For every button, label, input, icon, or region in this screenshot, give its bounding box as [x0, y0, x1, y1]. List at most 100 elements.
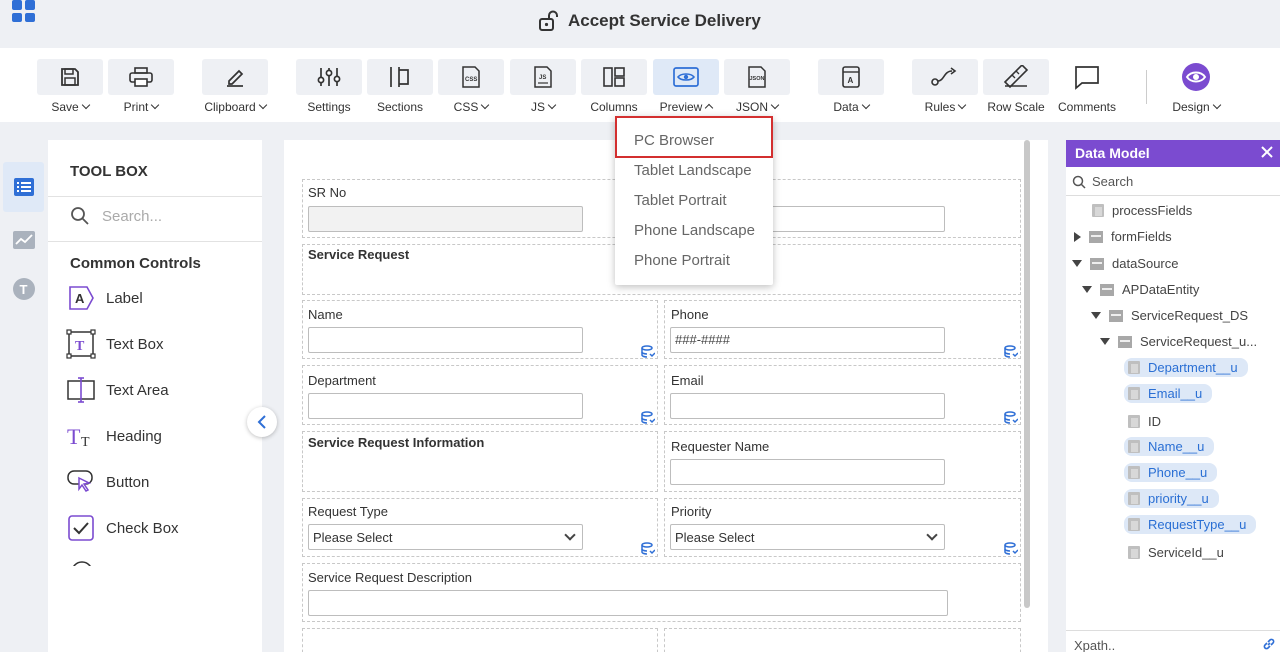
- save-button[interactable]: Save: [37, 59, 103, 114]
- database-binding-icon[interactable]: [1004, 542, 1018, 556]
- search-icon: [71, 207, 89, 225]
- clipboard-button[interactable]: Clipboard: [202, 59, 268, 114]
- tree-node-label: priority__u: [1148, 491, 1209, 506]
- tree-node[interactable]: dataSource: [1072, 256, 1179, 271]
- tree-node[interactable]: ID: [1128, 414, 1161, 429]
- js-button[interactable]: JS JS: [510, 59, 576, 114]
- email-field[interactable]: [670, 393, 945, 419]
- link-icon[interactable]: [1262, 637, 1276, 651]
- tree-node[interactable]: APDataEntity: [1082, 282, 1199, 297]
- form-cell[interactable]: [664, 628, 1021, 652]
- clipboard-label: Clipboard: [204, 100, 256, 114]
- data-model-title: Data Model: [1075, 145, 1150, 161]
- settings-button[interactable]: Settings: [296, 59, 362, 114]
- tree-node[interactable]: formFields: [1074, 229, 1172, 244]
- database-binding-icon[interactable]: [1004, 411, 1018, 425]
- charts-tab[interactable]: [3, 215, 44, 265]
- json-button[interactable]: JSON JSON: [724, 59, 790, 114]
- chevron-up-icon: [705, 103, 714, 113]
- divider: [1066, 195, 1280, 196]
- chevron-left-icon: [257, 415, 266, 429]
- menu-item-pc-browser[interactable]: PC Browser: [634, 132, 714, 149]
- collapse-arrow-icon[interactable]: [1100, 338, 1110, 345]
- divider: [48, 196, 262, 197]
- request-type-select[interactable]: Please Select: [308, 524, 583, 550]
- form-cell[interactable]: [302, 628, 658, 652]
- close-icon[interactable]: [1260, 145, 1274, 159]
- chevron-down-icon: [81, 100, 90, 110]
- tree-node[interactable]: ServiceId__u: [1128, 545, 1224, 560]
- database-binding-icon[interactable]: [641, 542, 655, 556]
- canvas-scrollbar[interactable]: [1024, 140, 1030, 608]
- name-field[interactable]: [308, 327, 583, 353]
- database-binding-icon[interactable]: [641, 411, 655, 425]
- control-text-box[interactable]: T Text Box: [66, 329, 164, 359]
- print-label: Print: [123, 100, 149, 114]
- xpath-field[interactable]: Xpath..: [1074, 638, 1115, 652]
- requester-name-field[interactable]: [670, 459, 945, 485]
- svg-text:JS: JS: [539, 75, 546, 81]
- divider: [1066, 630, 1280, 631]
- phone-field[interactable]: ###-####: [670, 327, 945, 353]
- control-text-area[interactable]: Text Area: [66, 375, 169, 405]
- tree-node[interactable]: processFields: [1092, 203, 1192, 218]
- menu-item-phone-portrait[interactable]: Phone Portrait: [634, 252, 730, 269]
- expand-arrow-icon[interactable]: [1074, 231, 1081, 242]
- tree-node[interactable]: ServiceRequest_DS: [1091, 308, 1248, 323]
- css-button[interactable]: CSS CSS: [438, 59, 504, 114]
- sections-button[interactable]: Sections: [367, 59, 433, 114]
- phone-label: Phone: [671, 307, 709, 322]
- control-heading[interactable]: TT Heading: [66, 421, 162, 451]
- database-binding-icon[interactable]: [641, 345, 655, 359]
- priority-select[interactable]: Please Select: [670, 524, 945, 550]
- collapse-arrow-icon[interactable]: [1082, 286, 1092, 293]
- menu-item-tablet-portrait[interactable]: Tablet Portrait: [634, 192, 727, 209]
- toolbox-search-input[interactable]: Search...: [70, 206, 162, 226]
- rules-button[interactable]: Rules: [912, 59, 978, 114]
- collapse-arrow-icon[interactable]: [1072, 260, 1082, 267]
- table-icon: [1118, 335, 1132, 348]
- app-menu-icon[interactable]: [12, 0, 36, 22]
- menu-item-tablet-landscape[interactable]: Tablet Landscape: [634, 162, 752, 179]
- themes-tab[interactable]: T: [3, 264, 44, 314]
- comment-icon: [1075, 66, 1099, 90]
- collapse-arrow-icon[interactable]: [1091, 312, 1101, 319]
- comments-button[interactable]: Comments: [1054, 59, 1120, 114]
- tree-node[interactable]: Name__u: [1124, 437, 1215, 456]
- control-button[interactable]: Button: [66, 467, 149, 497]
- collapse-toolbox-button[interactable]: [247, 407, 277, 437]
- control-button-text: Button: [106, 473, 150, 491]
- chevron-down-icon: [958, 100, 967, 110]
- menu-item-phone-landscape[interactable]: Phone Landscape: [634, 222, 755, 239]
- common-controls-heading: Common Controls: [70, 255, 201, 272]
- data-model-panel: Data Model Search processFields formFiel…: [1066, 140, 1280, 652]
- tree-node[interactable]: ServiceRequest_u...: [1100, 334, 1257, 349]
- tree-node[interactable]: Department__u: [1124, 358, 1248, 377]
- columns-button[interactable]: Columns: [581, 59, 647, 114]
- data-button[interactable]: A Data: [818, 59, 884, 114]
- data-model-search-input[interactable]: Search: [1072, 174, 1133, 189]
- toolbox-tab[interactable]: [3, 162, 44, 212]
- control-label[interactable]: A Label: [66, 283, 143, 313]
- print-button[interactable]: Print: [108, 59, 174, 114]
- toolbox-panel: TOOL BOX Search... Common Controls A Lab…: [48, 140, 262, 652]
- left-panel-strip: T: [0, 140, 46, 652]
- service-request-heading: Service Request: [308, 247, 410, 262]
- save-icon: [61, 68, 79, 86]
- preview-label: Preview: [659, 100, 703, 114]
- design-button[interactable]: Design: [1163, 59, 1229, 114]
- row-scale-button[interactable]: Row Scale: [983, 59, 1049, 114]
- control-check-box[interactable]: Check Box: [66, 513, 179, 543]
- preview-button[interactable]: Preview: [653, 59, 719, 114]
- request-type-label: Request Type: [308, 504, 388, 519]
- unlock-icon[interactable]: [538, 10, 560, 32]
- tree-node[interactable]: priority__u: [1124, 489, 1219, 508]
- tree-node[interactable]: RequestType__u: [1124, 515, 1257, 534]
- tree-node[interactable]: Phone__u: [1124, 463, 1218, 482]
- table-icon: [1089, 230, 1103, 243]
- tree-node[interactable]: Email__u: [1124, 384, 1213, 403]
- department-field[interactable]: [308, 393, 583, 419]
- sr-description-field[interactable]: [308, 590, 948, 616]
- database-binding-icon[interactable]: [1004, 345, 1018, 359]
- field-icon: [1128, 361, 1140, 374]
